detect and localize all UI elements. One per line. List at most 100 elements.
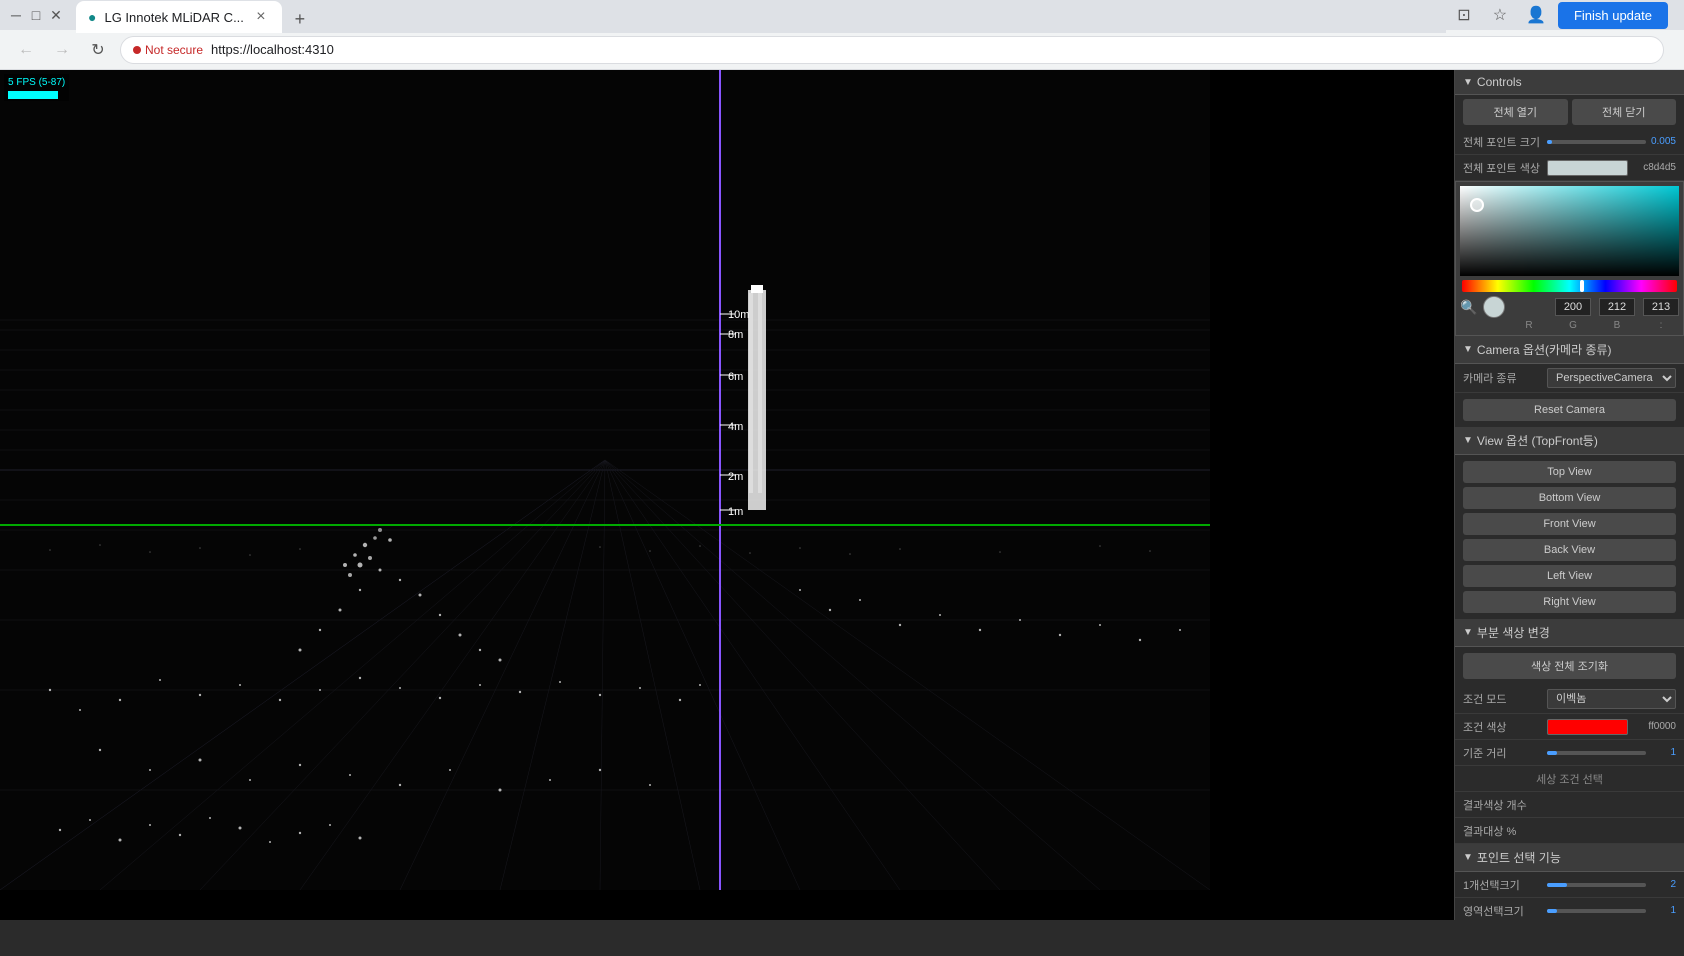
bottom-view-button[interactable]: Bottom View: [1463, 487, 1676, 509]
condition-mode-row: 조건 모드 이벡놈: [1455, 685, 1684, 714]
tab-title: LG Innotek MLiDAR C...: [104, 10, 243, 25]
result-pct-label: 결과대상 %: [1463, 823, 1543, 839]
region-size-row: 영역선택크기 1: [1455, 898, 1684, 920]
point-size-row: 전체 포인트 크기 0.005: [1455, 129, 1684, 155]
address-bar[interactable]: Not secure https://localhost:4310: [120, 36, 1664, 64]
scene-canvas: 10m 8m 6m 4m 2m 1m: [0, 70, 1210, 890]
open-all-button[interactable]: 전체 열기: [1463, 99, 1568, 125]
svg-text:10m: 10m: [728, 309, 749, 321]
color-picker: 🔍 R G B :: [1455, 181, 1684, 336]
region-size-label: 영역선택크기: [1463, 903, 1543, 919]
rgb-labels: R G B :: [1460, 320, 1679, 331]
color-gradient[interactable]: [1460, 186, 1679, 276]
camera-type-label: 카메라 종류: [1463, 370, 1543, 386]
bookmark-button[interactable]: ☆: [1486, 1, 1514, 29]
result-count-row: 결과색상 개수: [1455, 792, 1684, 818]
new-tab-button[interactable]: +: [286, 5, 314, 33]
point-size-fill: [1547, 140, 1552, 144]
security-dot: [133, 46, 141, 54]
select-size-slider[interactable]: [1547, 883, 1646, 887]
condition-color-display[interactable]: ff0000: [1547, 719, 1676, 735]
camera-header[interactable]: ▼ Camera 옵션(카메라 종류): [1455, 336, 1684, 364]
green-input[interactable]: [1599, 298, 1635, 316]
region-size-control: 1: [1547, 905, 1676, 916]
hue-indicator: [1580, 280, 1584, 292]
hue-bar[interactable]: [1462, 280, 1677, 292]
b-label: B: [1599, 320, 1635, 331]
svg-text:6m: 6m: [728, 371, 743, 383]
color-section-header[interactable]: ▼ 부분 색상 변경: [1455, 619, 1684, 647]
result-pct-row: 결과대상 %: [1455, 818, 1684, 844]
close-button[interactable]: ✕: [48, 7, 64, 23]
selection-header[interactable]: ▼ 포인트 선택 기능: [1455, 844, 1684, 872]
color-section-title: 부분 색상 변경: [1477, 624, 1550, 641]
camera-title: Camera 옵션(카메라 종류): [1477, 341, 1612, 358]
svg-text:1m: 1m: [728, 506, 743, 518]
condition-mode-select[interactable]: 이벡놈: [1547, 689, 1676, 709]
profile-button[interactable]: 👤: [1522, 1, 1550, 29]
top-view-button[interactable]: Top View: [1463, 461, 1676, 483]
viewport[interactable]: 5 FPS (5-87): [0, 70, 1454, 920]
back-view-button[interactable]: Back View: [1463, 539, 1676, 561]
base-distance-slider[interactable]: [1547, 751, 1646, 755]
controls-header[interactable]: ▼ Controls: [1455, 70, 1684, 95]
url-text: https://localhost:4310: [211, 42, 334, 57]
minimize-button[interactable]: ─: [8, 7, 24, 23]
base-distance-value: 1: [1648, 747, 1676, 758]
svg-text:2m: 2m: [728, 471, 743, 483]
color-section-chevron: ▼: [1463, 627, 1473, 638]
view-title: View 옵션 (TopFront등): [1477, 432, 1598, 449]
select-size-row: 1개선택크기 2: [1455, 872, 1684, 898]
finish-update-button[interactable]: Finish update: [1558, 2, 1668, 29]
condition-color-row: 조건 색상 ff0000: [1455, 714, 1684, 740]
camera-type-select[interactable]: PerspectiveCamera: [1547, 368, 1676, 388]
front-view-button[interactable]: Front View: [1463, 513, 1676, 535]
blue-input[interactable]: [1643, 298, 1679, 316]
maximize-button[interactable]: □: [28, 7, 44, 23]
region-size-value: 1: [1648, 905, 1676, 916]
svg-text:8m: 8m: [728, 329, 743, 341]
browser-actions: ⊡ ☆ 👤 Finish update: [1450, 1, 1676, 29]
title-bar: ─ □ ✕ ● LG Innotek MLiDAR C... × + ⊡ ☆ 👤…: [0, 0, 1684, 30]
color-preview: [1483, 296, 1505, 318]
right-view-button[interactable]: Right View: [1463, 591, 1676, 613]
point-size-slider[interactable]: [1547, 140, 1646, 144]
forward-button[interactable]: →: [48, 36, 76, 64]
reload-button[interactable]: ↻: [84, 36, 112, 64]
selection-title: 포인트 선택 기능: [1477, 849, 1561, 866]
condition-color-hex: ff0000: [1632, 721, 1676, 732]
base-distance-row: 기준 거리 1: [1455, 740, 1684, 766]
close-all-button[interactable]: 전체 닫기: [1572, 99, 1677, 125]
point-color-display[interactable]: c8d4d5: [1547, 160, 1676, 176]
view-chevron: ▼: [1463, 435, 1473, 446]
region-size-slider[interactable]: [1547, 909, 1646, 913]
detail-condition-label: 세상 조건 선택: [1463, 771, 1676, 787]
controls-title: Controls: [1477, 75, 1522, 89]
tab-close-button[interactable]: ×: [252, 8, 270, 26]
reset-color-button[interactable]: 색상 전체 조기화: [1463, 653, 1676, 679]
tab-favicon: ●: [88, 9, 96, 25]
view-header[interactable]: ▼ View 옵션 (TopFront등): [1455, 427, 1684, 455]
back-button[interactable]: ←: [12, 36, 40, 64]
reset-camera-button[interactable]: Reset Camera: [1463, 399, 1676, 421]
selection-chevron: ▼: [1463, 852, 1473, 863]
detail-label-row: 세상 조건 선택: [1455, 766, 1684, 792]
condition-color-label: 조건 색상: [1463, 719, 1543, 735]
reset-camera-container: Reset Camera: [1455, 393, 1684, 427]
result-count-label: 결과색상 개수: [1463, 797, 1543, 813]
base-distance-label: 기준 거리: [1463, 745, 1543, 761]
point-color-swatch: [1547, 160, 1628, 176]
not-secure-label: Not secure: [145, 43, 203, 57]
active-tab[interactable]: ● LG Innotek MLiDAR C... ×: [76, 1, 282, 33]
nav-bar: ← → ↻ Not secure https://localhost:4310: [0, 30, 1684, 70]
eyedropper-button[interactable]: 🔍: [1460, 299, 1477, 316]
screen-capture-button[interactable]: ⊡: [1450, 1, 1478, 29]
left-view-button[interactable]: Left View: [1463, 565, 1676, 587]
center-structure: [748, 285, 766, 510]
browser-chrome: ─ □ ✕ ● LG Innotek MLiDAR C... × + ⊡ ☆ 👤…: [0, 0, 1684, 70]
reset-color-container: 색상 전체 조기화: [1455, 647, 1684, 685]
point-size-label: 전체 포인트 크기: [1463, 134, 1543, 150]
security-indicator: Not secure: [133, 43, 203, 57]
red-input[interactable]: [1555, 298, 1591, 316]
window-controls: ─ □ ✕: [8, 7, 64, 23]
